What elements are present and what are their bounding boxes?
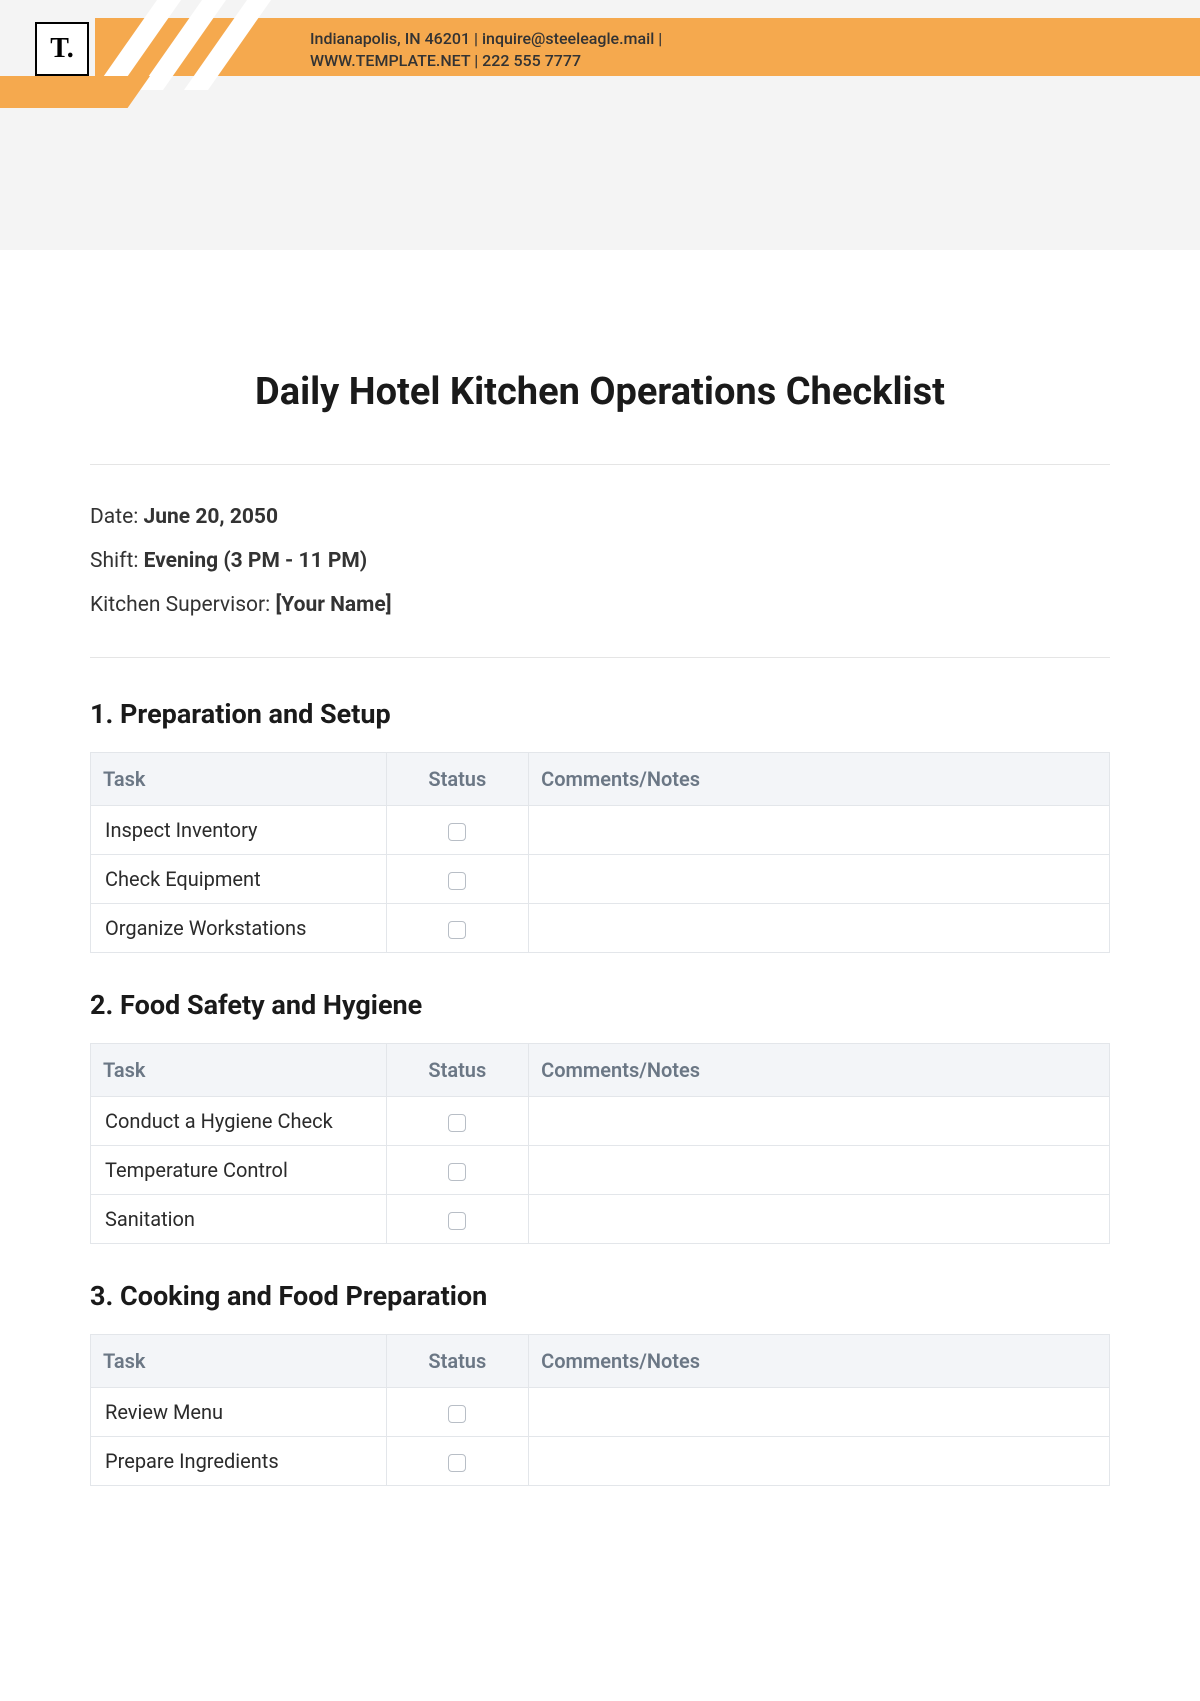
header-bar: T. Indianapolis, IN 46201 | inquire@stee…: [0, 0, 1200, 90]
checklist-table: TaskStatusComments/Notes Review MenuPrepa…: [90, 1334, 1110, 1486]
meta-date: Date: June 20, 2050: [90, 505, 1110, 529]
checklist-table: TaskStatusComments/Notes Inspect Inventor…: [90, 752, 1110, 953]
column-header-status: Status: [386, 753, 529, 806]
notes-cell[interactable]: [529, 806, 1110, 855]
status-cell: [386, 1097, 529, 1146]
table-row: Check Equipment: [91, 855, 1110, 904]
notes-cell[interactable]: [529, 1388, 1110, 1437]
meta-supervisor-label: Kitchen Supervisor:: [90, 593, 275, 617]
checklist-table: TaskStatusComments/Notes Conduct a Hygien…: [90, 1043, 1110, 1244]
status-cell: [386, 1437, 529, 1486]
status-cell: [386, 1388, 529, 1437]
checkbox-icon[interactable]: [448, 823, 466, 841]
status-cell: [386, 806, 529, 855]
column-header-notes: Comments/Notes: [529, 753, 1110, 806]
checkbox-icon[interactable]: [448, 1114, 466, 1132]
checkbox-icon[interactable]: [448, 1212, 466, 1230]
header-line-1: Indianapolis, IN 46201 | inquire@steelea…: [310, 28, 662, 50]
meta-supervisor-value: [Your Name]: [275, 593, 391, 617]
table-row: Review Menu: [91, 1388, 1110, 1437]
sections-container: 1. Preparation and SetupTaskStatusCommen…: [90, 698, 1110, 1486]
task-cell: Temperature Control: [91, 1146, 387, 1195]
meta-shift: Shift: Evening (3 PM - 11 PM): [90, 549, 1110, 573]
task-cell: Conduct a Hygiene Check: [91, 1097, 387, 1146]
document-title: Daily Hotel Kitchen Operations Checklist: [90, 370, 1110, 414]
checkbox-icon[interactable]: [448, 1405, 466, 1423]
task-cell: Inspect Inventory: [91, 806, 387, 855]
checkbox-icon[interactable]: [448, 1454, 466, 1472]
table-row: Conduct a Hygiene Check: [91, 1097, 1110, 1146]
meta-shift-label: Shift:: [90, 549, 144, 573]
column-header-status: Status: [386, 1044, 529, 1097]
notes-cell[interactable]: [529, 904, 1110, 953]
notes-cell[interactable]: [529, 1097, 1110, 1146]
column-header-task: Task: [91, 1335, 387, 1388]
divider: [90, 464, 1110, 465]
task-cell: Check Equipment: [91, 855, 387, 904]
table-row: Inspect Inventory: [91, 806, 1110, 855]
checkbox-icon[interactable]: [448, 921, 466, 939]
column-header-task: Task: [91, 1044, 387, 1097]
notes-cell[interactable]: [529, 1437, 1110, 1486]
meta-date-value: June 20, 2050: [144, 505, 279, 529]
brand-logo: T.: [35, 22, 89, 76]
checkbox-icon[interactable]: [448, 872, 466, 890]
column-header-status: Status: [386, 1335, 529, 1388]
notes-cell[interactable]: [529, 1195, 1110, 1244]
table-row: Organize Workstations: [91, 904, 1110, 953]
header-contact-info: Indianapolis, IN 46201 | inquire@steelea…: [310, 28, 662, 73]
column-header-task: Task: [91, 753, 387, 806]
document-body: Daily Hotel Kitchen Operations Checklist…: [0, 250, 1200, 1701]
table-row: Prepare Ingredients: [91, 1437, 1110, 1486]
notes-cell[interactable]: [529, 855, 1110, 904]
divider: [90, 657, 1110, 658]
table-row: Sanitation: [91, 1195, 1110, 1244]
header-accent-tail: [0, 76, 150, 108]
section-title: 1. Preparation and Setup: [90, 698, 1110, 730]
section-title: 2. Food Safety and Hygiene: [90, 989, 1110, 1021]
header-line-2: WWW.TEMPLATE.NET | 222 555 7777: [310, 50, 662, 72]
task-cell: Sanitation: [91, 1195, 387, 1244]
status-cell: [386, 904, 529, 953]
task-cell: Prepare Ingredients: [91, 1437, 387, 1486]
section-title: 3. Cooking and Food Preparation: [90, 1280, 1110, 1312]
status-cell: [386, 1195, 529, 1244]
table-row: Temperature Control: [91, 1146, 1110, 1195]
meta-date-label: Date:: [90, 505, 144, 529]
column-header-notes: Comments/Notes: [529, 1044, 1110, 1097]
meta-block: Date: June 20, 2050 Shift: Evening (3 PM…: [90, 505, 1110, 617]
notes-cell[interactable]: [529, 1146, 1110, 1195]
checkbox-icon[interactable]: [448, 1163, 466, 1181]
task-cell: Review Menu: [91, 1388, 387, 1437]
task-cell: Organize Workstations: [91, 904, 387, 953]
meta-supervisor: Kitchen Supervisor: [Your Name]: [90, 593, 1110, 617]
column-header-notes: Comments/Notes: [529, 1335, 1110, 1388]
meta-shift-value: Evening (3 PM - 11 PM): [144, 549, 368, 573]
status-cell: [386, 855, 529, 904]
status-cell: [386, 1146, 529, 1195]
